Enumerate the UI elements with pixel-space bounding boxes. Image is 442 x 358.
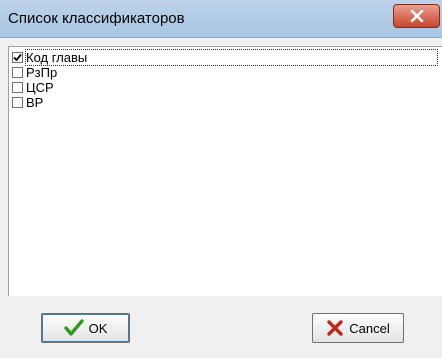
- list-item-vr[interactable]: ВР: [12, 95, 43, 110]
- checkmark-icon: [13, 53, 22, 62]
- cancel-label: Cancel: [349, 320, 390, 336]
- classifier-list[interactable]: Код главы РзПр ЦСР ВР: [8, 46, 442, 296]
- list-item-kod-glavy[interactable]: Код главы: [12, 49, 438, 66]
- close-icon: [410, 10, 423, 22]
- close-button[interactable]: [393, 4, 440, 28]
- green-checkmark-icon: [63, 319, 84, 337]
- list-item-label: РзПр: [26, 65, 58, 80]
- list-item-label: ЦСР: [26, 80, 54, 95]
- list-item-csr[interactable]: ЦСР: [12, 80, 54, 95]
- window-title: Список классификаторов: [8, 10, 185, 27]
- red-x-icon: [326, 319, 344, 337]
- cancel-button[interactable]: Cancel: [312, 313, 404, 343]
- checkbox[interactable]: [12, 82, 23, 93]
- list-item-label: Код главы: [25, 49, 438, 66]
- dialog-window: Список классификаторов Код главы РзПр ЦС…: [0, 0, 442, 358]
- title-bar[interactable]: Список классификаторов: [0, 0, 442, 38]
- list-item-label: ВР: [26, 95, 44, 110]
- ok-label: OK: [88, 320, 108, 336]
- checkbox[interactable]: [12, 97, 23, 108]
- checkbox[interactable]: [12, 67, 23, 78]
- ok-button[interactable]: OK: [41, 313, 130, 343]
- checkbox[interactable]: [12, 52, 23, 63]
- list-item-rzpr[interactable]: РзПр: [12, 65, 57, 80]
